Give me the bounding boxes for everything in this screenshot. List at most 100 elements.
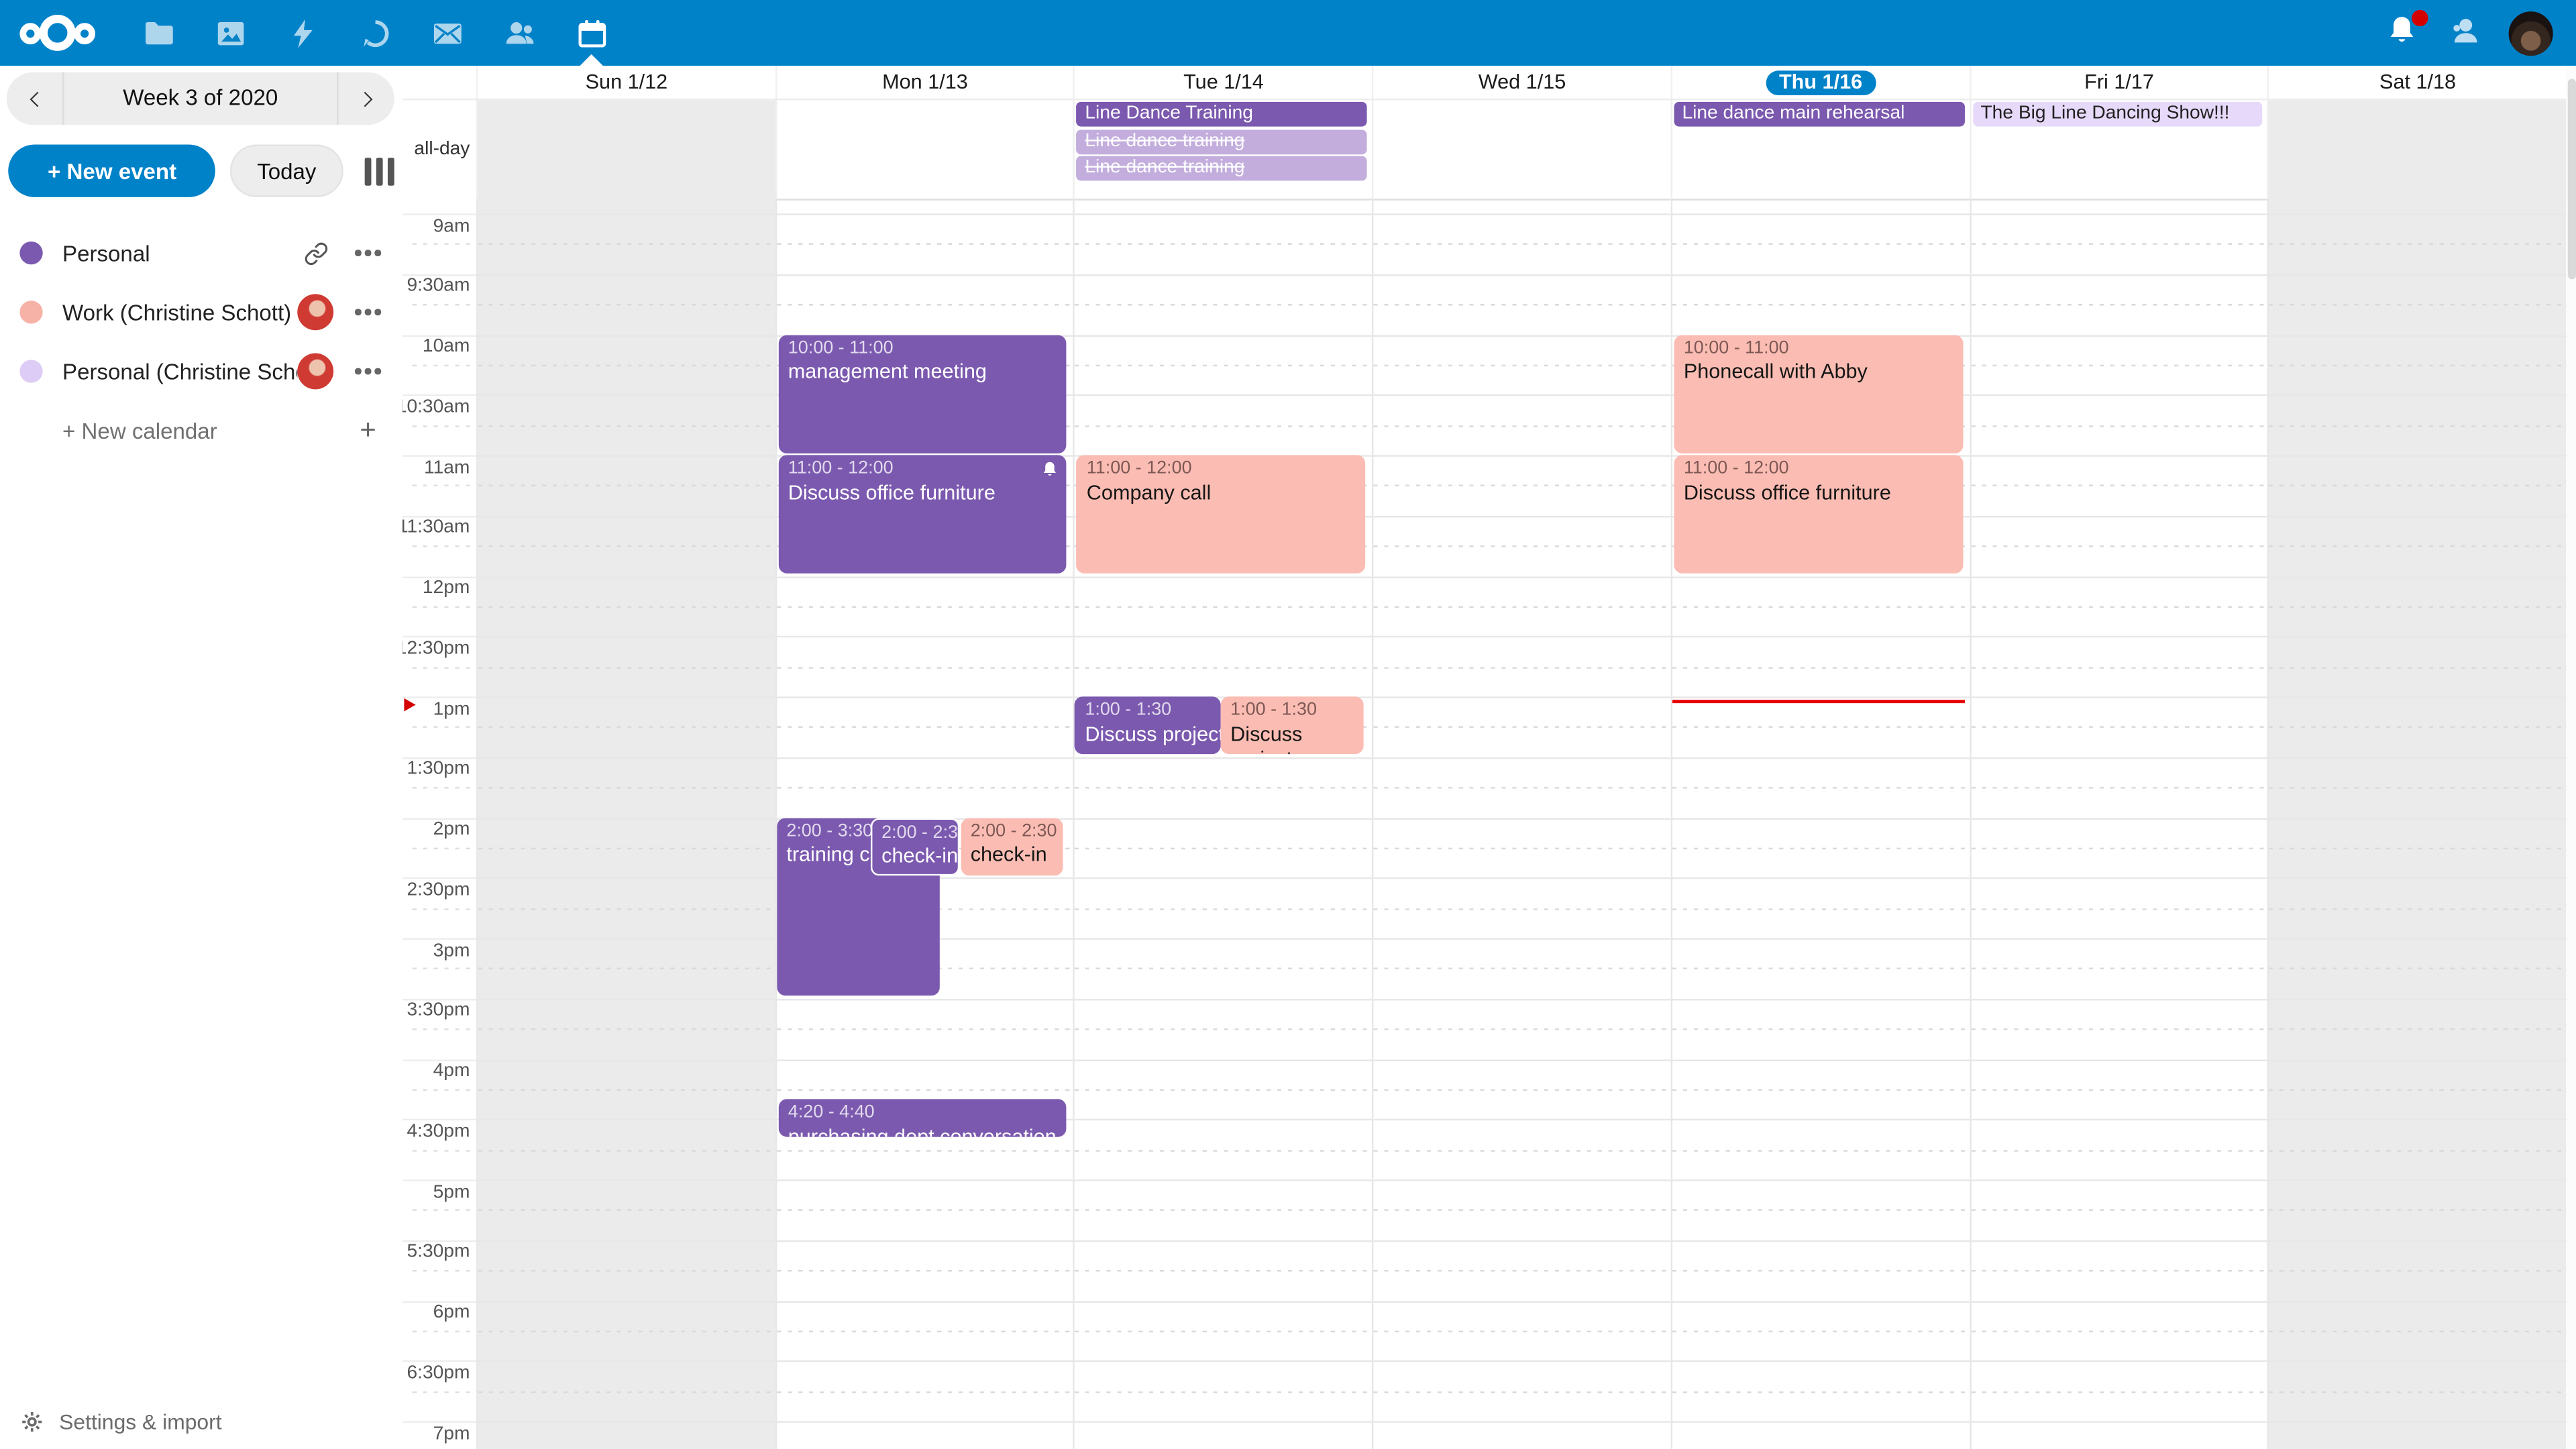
- time-label: 10am: [423, 337, 470, 356]
- event-block[interactable]: 4:20 - 4:40purchasing dept conversation: [778, 1099, 1067, 1136]
- new-calendar-row[interactable]: + New calendar+: [0, 401, 402, 460]
- calendar-name: Personal: [62, 241, 297, 266]
- day-columns: 10:00 - 11:00management meeting11:00 - 1…: [476, 199, 2566, 1449]
- calendar-actions-menu-icon[interactable]: [354, 368, 383, 374]
- scrollbar-thumb[interactable]: [2567, 79, 2575, 280]
- event-block[interactable]: 10:00 - 11:00Phonecall with Abby: [1674, 334, 1962, 452]
- event-block[interactable]: 10:00 - 11:00management meeting: [778, 334, 1067, 452]
- all-day-event[interactable]: Line dance training: [1077, 129, 1367, 154]
- reminder-bell-icon: [1040, 460, 1060, 480]
- time-label: 3pm: [433, 941, 470, 960]
- day-header-sun[interactable]: Sun 1/12: [476, 66, 775, 99]
- notification-badge: [2412, 10, 2428, 26]
- event-block[interactable]: 2:00 - 2:30check-in: [961, 817, 1063, 875]
- day-column[interactable]: 11:00 - 12:00Company call 1:00 - 1:30Disc…: [1073, 199, 1372, 1449]
- new-calendar-label[interactable]: + New calendar: [62, 418, 353, 443]
- time-label: 7pm: [433, 1424, 470, 1443]
- event-time: 11:00 - 12:00: [788, 458, 1057, 480]
- previous-week-button[interactable]: [7, 72, 62, 125]
- all-day-cell[interactable]: [2267, 100, 2566, 199]
- today-button[interactable]: Today: [231, 145, 343, 197]
- top-navigation-bar: [0, 0, 2576, 66]
- now-arrow-icon: [404, 698, 415, 712]
- all-day-cell[interactable]: Line Dance TrainingLine dance trainingLi…: [1073, 100, 1372, 199]
- all-day-event[interactable]: The Big Line Dancing Show!!!: [1972, 102, 2263, 127]
- day-column[interactable]: 10:00 - 11:00management meeting11:00 - 1…: [775, 199, 1073, 1449]
- all-day-cell[interactable]: [775, 100, 1073, 199]
- day-column[interactable]: [476, 199, 775, 1449]
- all-day-cell[interactable]: The Big Line Dancing Show!!!: [1969, 100, 2267, 199]
- day-header-label: Tue 1/14: [1183, 70, 1264, 93]
- all-day-cell[interactable]: [476, 100, 775, 199]
- user-avatar[interactable]: [2509, 11, 2553, 55]
- event-title: Discuss office furniture: [1684, 480, 1953, 505]
- app-window: Week 3 of 2020 + New event Today Persona…: [0, 0, 2576, 1449]
- event-time: 4:20 - 4:40: [788, 1102, 1057, 1124]
- time-label: 4:30pm: [407, 1122, 470, 1141]
- day-column[interactable]: [1372, 199, 1670, 1449]
- event-block[interactable]: 11:00 - 12:00Discuss office furniture: [778, 455, 1067, 573]
- day-column[interactable]: [1969, 199, 2267, 1449]
- nextcloud-logo-icon[interactable]: [19, 11, 95, 54]
- day-header-sat[interactable]: Sat 1/18: [2267, 66, 2566, 99]
- time-label: 6:30pm: [407, 1363, 470, 1383]
- all-day-cell[interactable]: Line dance main rehearsal: [1670, 100, 1969, 199]
- sidebar-actions: + New event Today: [8, 145, 394, 197]
- event-block[interactable]: 11:00 - 12:00Discuss office furniture: [1674, 455, 1962, 573]
- calendar-actions-menu-icon[interactable]: [354, 250, 383, 256]
- day-header-wed[interactable]: Wed 1/15: [1372, 66, 1670, 99]
- day-header-mon[interactable]: Mon 1/13: [775, 66, 1073, 99]
- calendar-name: Personal (Christine Scho...: [62, 359, 297, 384]
- plus-icon[interactable]: +: [354, 414, 383, 447]
- app-talk[interactable]: [338, 0, 411, 66]
- sidebar-calendar-item[interactable]: Personal: [0, 223, 402, 282]
- calendar-actions-menu-icon[interactable]: [354, 309, 383, 315]
- event-time: 11:00 - 12:00: [1684, 458, 1953, 480]
- contacts-menu-icon[interactable]: [2447, 13, 2486, 53]
- app-activity[interactable]: [266, 0, 339, 66]
- week-view: Sun 1/12Mon 1/13 Tue 1/14 Wed 1/15Thu 1/16…: [402, 66, 2576, 1449]
- event-title: Company call: [1087, 480, 1356, 505]
- day-header-fri[interactable]: Fri 1/17: [1969, 66, 2267, 99]
- event-block[interactable]: 1:00 - 1:30Discuss project announcement: [1075, 696, 1221, 754]
- calendar-color-dot: [19, 241, 42, 264]
- event-block[interactable]: 2:00 - 2:30check-in: [870, 817, 959, 875]
- time-label: 12pm: [423, 578, 470, 598]
- event-block[interactable]: 1:00 - 1:30Discuss project announcement: [1220, 696, 1362, 754]
- week-view-toggle-icon[interactable]: [364, 157, 394, 185]
- calendar-sidebar: Week 3 of 2020 + New event Today Persona…: [0, 66, 402, 1449]
- time-label: 4pm: [433, 1061, 470, 1081]
- app-photos[interactable]: [194, 0, 266, 66]
- all-day-event[interactable]: Line dance training: [1077, 156, 1367, 181]
- app-calendar[interactable]: [555, 0, 628, 66]
- all-day-cell[interactable]: [1372, 100, 1670, 199]
- week-label[interactable]: Week 3 of 2020: [62, 72, 338, 125]
- app-mail[interactable]: [411, 0, 483, 66]
- next-week-button[interactable]: [338, 72, 394, 125]
- all-day-label: all-day: [402, 100, 476, 199]
- app-files[interactable]: [121, 0, 194, 66]
- day-header-tue[interactable]: Tue 1/14: [1073, 66, 1372, 99]
- settings-and-import[interactable]: Settings & import: [0, 1393, 222, 1449]
- time-label: 6pm: [433, 1303, 470, 1322]
- day-column[interactable]: 10:00 - 11:00Phonecall with Abby11:00 - …: [1670, 199, 1969, 1449]
- time-label: 2:30pm: [407, 880, 470, 900]
- event-time: 10:00 - 11:00: [1684, 337, 1953, 360]
- sidebar-calendar-item[interactable]: Work (Christine Schott): [0, 282, 402, 341]
- new-event-button[interactable]: + New event: [8, 145, 216, 197]
- calendar-color-dot: [19, 360, 42, 382]
- sidebar-calendar-item[interactable]: Personal (Christine Scho...: [0, 341, 402, 400]
- day-header-thu[interactable]: Thu 1/16: [1670, 66, 1969, 99]
- folder-icon: [140, 15, 174, 50]
- vertical-scrollbar[interactable]: [2566, 66, 2576, 1449]
- day-column[interactable]: [2267, 199, 2566, 1449]
- all-day-event[interactable]: Line Dance Training: [1077, 102, 1367, 127]
- all-day-event[interactable]: Line dance main rehearsal: [1674, 102, 1964, 127]
- time-label: 9am: [433, 216, 470, 235]
- event-block[interactable]: 11:00 - 12:00Company call: [1077, 455, 1365, 573]
- app-contacts[interactable]: [483, 0, 555, 66]
- notifications-bell-icon[interactable]: [2383, 13, 2423, 53]
- time-label: 11:30am: [402, 518, 470, 537]
- share-link-icon[interactable]: [297, 241, 333, 266]
- event-time: 11:00 - 12:00: [1087, 458, 1356, 480]
